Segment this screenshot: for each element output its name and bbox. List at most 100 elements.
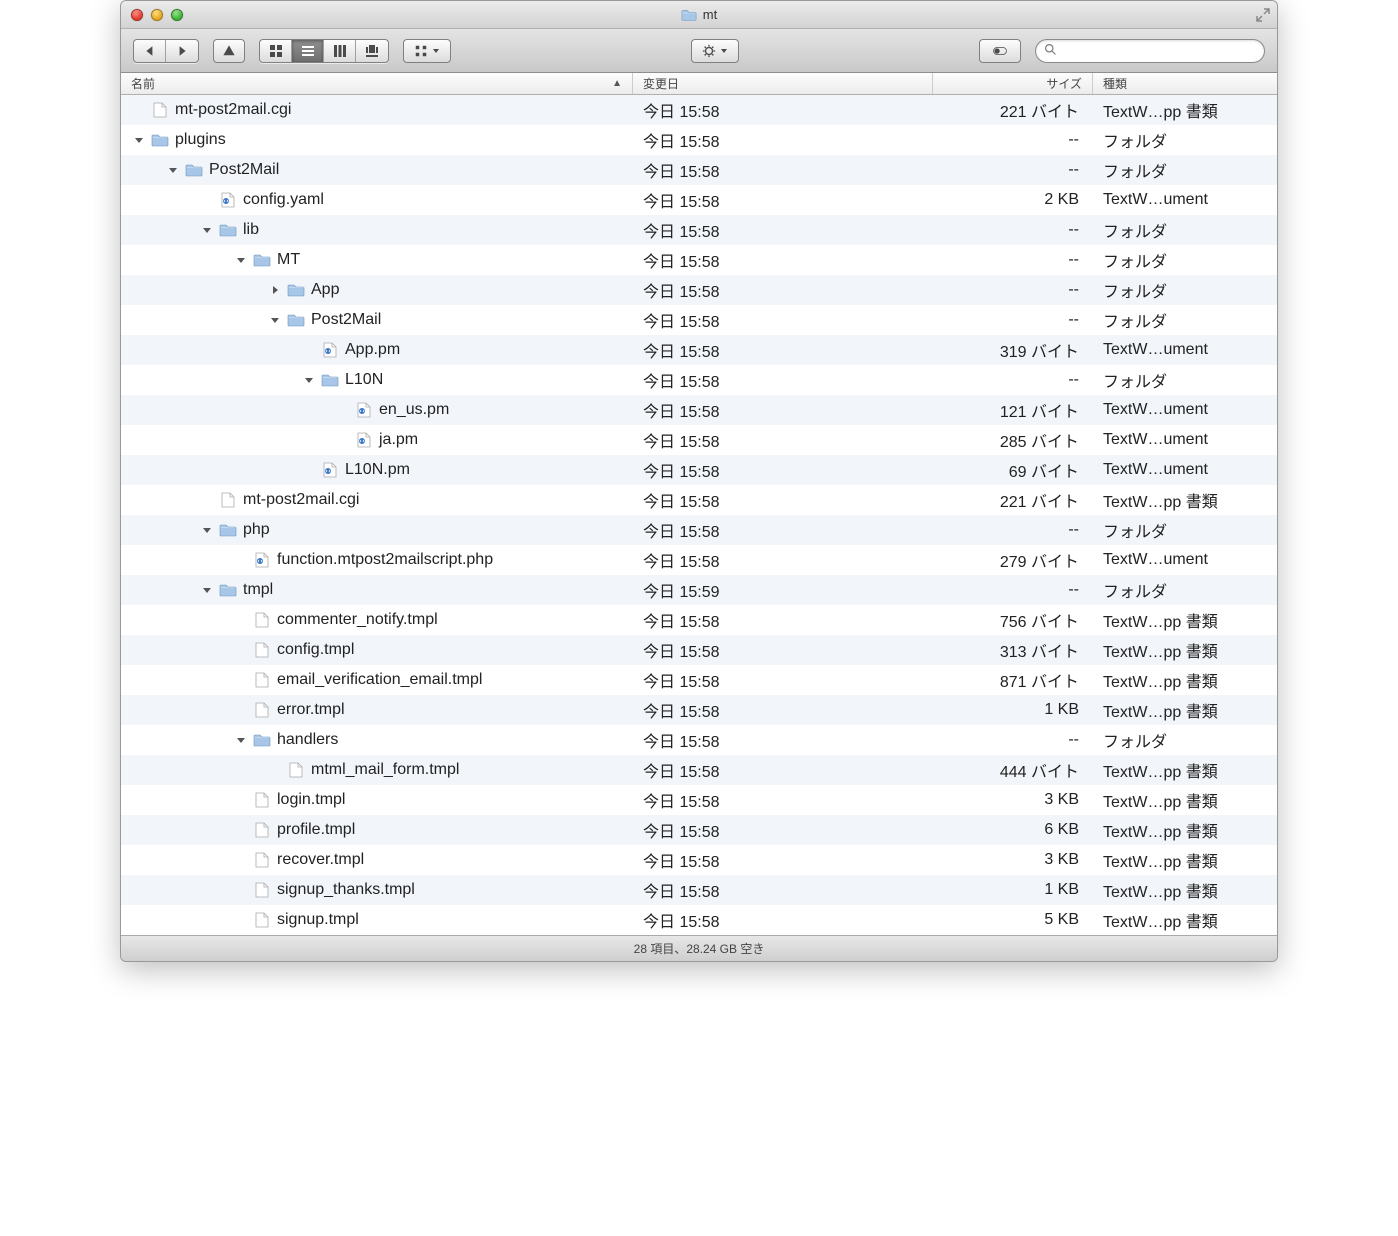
search-field[interactable] (1035, 39, 1265, 63)
file-kind: フォルダ (1093, 158, 1277, 182)
doc-icon (253, 822, 271, 838)
file-size: 444 バイト (933, 758, 1093, 782)
file-row[interactable]: MT今日 15:58--フォルダ (121, 245, 1277, 275)
folder-icon (151, 132, 169, 148)
fullscreen-icon[interactable] (1255, 7, 1271, 23)
action-button[interactable] (691, 39, 739, 63)
file-row[interactable]: php今日 15:58--フォルダ (121, 515, 1277, 545)
file-row[interactable]: function.mtpost2mailscript.php今日 15:5827… (121, 545, 1277, 575)
file-row[interactable]: recover.tmpl今日 15:583 KBTextW…pp 書類 (121, 845, 1277, 875)
file-date: 今日 15:58 (633, 248, 933, 272)
file-row[interactable]: L10N今日 15:58--フォルダ (121, 365, 1277, 395)
file-name: handlers (277, 731, 338, 749)
column-size[interactable]: サイズ (933, 73, 1093, 94)
coverflow-view-button[interactable] (356, 40, 388, 62)
file-name: function.mtpost2mailscript.php (277, 551, 493, 569)
column-date[interactable]: 変更日 (633, 73, 933, 94)
file-name: Post2Mail (311, 311, 381, 329)
disclosure-triangle-icon[interactable] (167, 164, 179, 176)
file-row[interactable]: signup.tmpl今日 15:585 KBTextW…pp 書類 (121, 905, 1277, 935)
toolbar (121, 29, 1277, 73)
file-size: 285 バイト (933, 428, 1093, 452)
file-row[interactable]: profile.tmpl今日 15:586 KBTextW…pp 書類 (121, 815, 1277, 845)
folder-icon (185, 162, 203, 178)
file-size: 279 バイト (933, 548, 1093, 572)
disclosure-triangle-icon[interactable] (235, 254, 247, 266)
file-row[interactable]: error.tmpl今日 15:581 KBTextW…pp 書類 (121, 695, 1277, 725)
file-date: 今日 15:58 (633, 518, 933, 542)
file-date: 今日 15:58 (633, 758, 933, 782)
file-row[interactable]: mt-post2mail.cgi今日 15:58221 バイトTextW…pp … (121, 95, 1277, 125)
minimize-button[interactable] (151, 9, 163, 21)
code-icon (355, 402, 373, 418)
doc-icon (253, 882, 271, 898)
file-row[interactable]: mtml_mail_form.tmpl今日 15:58444 バイトTextW…… (121, 755, 1277, 785)
file-size: -- (933, 251, 1093, 269)
file-name: L10N.pm (345, 461, 410, 479)
file-name: lib (243, 221, 259, 239)
column-name[interactable]: 名前 ▲ (121, 73, 633, 94)
file-date: 今日 15:58 (633, 848, 933, 872)
icon-view-button[interactable] (260, 40, 292, 62)
file-row[interactable]: lib今日 15:58--フォルダ (121, 215, 1277, 245)
back-button[interactable] (134, 40, 166, 62)
list-view-button[interactable] (292, 40, 324, 62)
file-date: 今日 15:58 (633, 98, 933, 122)
file-size: 756 バイト (933, 608, 1093, 632)
arrange-button[interactable] (403, 39, 451, 63)
file-row[interactable]: login.tmpl今日 15:583 KBTextW…pp 書類 (121, 785, 1277, 815)
file-date: 今日 15:58 (633, 338, 933, 362)
file-kind: TextW…pp 書類 (1093, 788, 1277, 812)
file-row[interactable]: config.tmpl今日 15:58313 バイトTextW…pp 書類 (121, 635, 1277, 665)
file-size: -- (933, 221, 1093, 239)
file-row[interactable]: App今日 15:58--フォルダ (121, 275, 1277, 305)
file-row[interactable]: signup_thanks.tmpl今日 15:581 KBTextW…pp 書… (121, 875, 1277, 905)
file-size: 69 バイト (933, 458, 1093, 482)
file-size: 1 KB (933, 701, 1093, 719)
zoom-button[interactable] (171, 9, 183, 21)
file-row[interactable]: Post2Mail今日 15:58--フォルダ (121, 155, 1277, 185)
file-name: recover.tmpl (277, 851, 364, 869)
titlebar[interactable]: mt (121, 1, 1277, 29)
file-row[interactable]: email_verification_email.tmpl今日 15:58871… (121, 665, 1277, 695)
file-row[interactable]: mt-post2mail.cgi今日 15:58221 バイトTextW…pp … (121, 485, 1277, 515)
search-input[interactable] (1063, 43, 1256, 58)
file-row[interactable]: commenter_notify.tmpl今日 15:58756 バイトText… (121, 605, 1277, 635)
file-row[interactable]: handlers今日 15:58--フォルダ (121, 725, 1277, 755)
file-size: 871 バイト (933, 668, 1093, 692)
file-name: ja.pm (379, 431, 418, 449)
disclosure-triangle-icon[interactable] (133, 134, 145, 146)
share-toggle-button[interactable] (979, 39, 1021, 63)
column-kind[interactable]: 種類 (1093, 73, 1277, 94)
sort-indicator-icon: ▲ (612, 78, 622, 89)
forward-button[interactable] (166, 40, 198, 62)
file-row[interactable]: L10N.pm今日 15:5869 バイトTextW…ument (121, 455, 1277, 485)
file-list[interactable]: mt-post2mail.cgi今日 15:58221 バイトTextW…pp … (121, 95, 1277, 935)
file-name: login.tmpl (277, 791, 345, 809)
file-row[interactable]: tmpl今日 15:59--フォルダ (121, 575, 1277, 605)
file-row[interactable]: plugins今日 15:58--フォルダ (121, 125, 1277, 155)
column-view-button[interactable] (324, 40, 356, 62)
disclosure-triangle-icon[interactable] (201, 584, 213, 596)
file-row[interactable]: ja.pm今日 15:58285 バイトTextW…ument (121, 425, 1277, 455)
disclosure-triangle-icon[interactable] (235, 734, 247, 746)
column-name-label: 名前 (131, 75, 155, 92)
file-size: 1 KB (933, 881, 1093, 899)
disclosure-triangle-icon[interactable] (269, 314, 281, 326)
file-row[interactable]: en_us.pm今日 15:58121 バイトTextW…ument (121, 395, 1277, 425)
file-name: mt-post2mail.cgi (175, 101, 291, 119)
close-button[interactable] (131, 9, 143, 21)
status-text: 28 項目、28.24 GB 空き (634, 940, 765, 957)
disclosure-triangle-icon[interactable] (303, 374, 315, 386)
path-button[interactable] (213, 39, 245, 63)
folder-icon (219, 522, 237, 538)
disclosure-triangle-icon[interactable] (269, 284, 281, 296)
file-date: 今日 15:58 (633, 128, 933, 152)
file-row[interactable]: Post2Mail今日 15:58--フォルダ (121, 305, 1277, 335)
disclosure-triangle-icon[interactable] (201, 524, 213, 536)
disclosure-triangle-icon[interactable] (201, 224, 213, 236)
file-kind: フォルダ (1093, 128, 1277, 152)
file-row[interactable]: App.pm今日 15:58319 バイトTextW…ument (121, 335, 1277, 365)
file-row[interactable]: config.yaml今日 15:582 KBTextW…ument (121, 185, 1277, 215)
file-kind: TextW…pp 書類 (1093, 98, 1277, 122)
